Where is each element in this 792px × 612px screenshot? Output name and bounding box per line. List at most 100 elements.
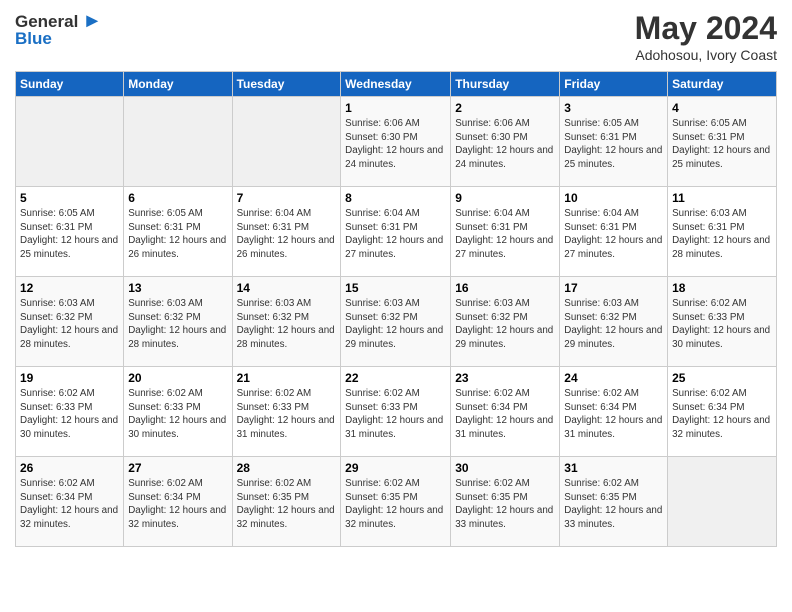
- calendar-cell-r4-c1: 27 Sunrise: 6:02 AM Sunset: 6:34 PM Dayli…: [124, 457, 232, 547]
- calendar-cell-r2-c6: 18 Sunrise: 6:02 AM Sunset: 6:33 PM Dayli…: [668, 277, 777, 367]
- calendar-cell-r2-c2: 14Sunrise: 6:03 AM Sunset: 6:32 PM Dayli…: [232, 277, 341, 367]
- day-number-r0-c4: 2: [455, 101, 555, 115]
- day-info-r4-c0: Sunrise: 6:02 AM Sunset: 6:34 PM Dayligh…: [20, 477, 119, 532]
- calendar-cell-r1-c5: 10 Sunrise: 6:04 AM Sunset: 6:31 PM Dayli…: [560, 187, 668, 277]
- day-info-r4-c2: Sunrise: 6:02 AM Sunset: 6:35 PM Dayligh…: [237, 477, 337, 532]
- header-thursday: Thursday: [451, 72, 560, 97]
- day-number-r1-c4: 9: [455, 191, 555, 205]
- day-number-r4-c2: 28: [237, 461, 337, 475]
- calendar-cell-r4-c6: [668, 457, 777, 547]
- day-number-r1-c0: 5: [20, 191, 119, 205]
- day-info-r1-c3: Sunrise: 6:04 AM Sunset: 6:31 PM Dayligh…: [345, 207, 446, 262]
- day-info-r0-c4: Sunrise: 6:06 AM Sunset: 6:30 PM Dayligh…: [455, 117, 555, 172]
- header-tuesday: Tuesday: [232, 72, 341, 97]
- calendar-row-0: 1 Sunrise: 6:06 AM Sunset: 6:30 PM Daylig…: [16, 97, 777, 187]
- day-number-r2-c1: 13: [128, 281, 227, 295]
- calendar-cell-r2-c0: 12 Sunrise: 6:03 AM Sunset: 6:32 PM Dayli…: [16, 277, 124, 367]
- calendar-cell-r0-c5: 3Sunrise: 6:05 AM Sunset: 6:31 PM Daylig…: [560, 97, 668, 187]
- calendar-cell-r4-c2: 28 Sunrise: 6:02 AM Sunset: 6:35 PM Dayli…: [232, 457, 341, 547]
- header-saturday: Saturday: [668, 72, 777, 97]
- day-number-r3-c5: 24: [564, 371, 663, 385]
- day-info-r3-c2: Sunrise: 6:02 AM Sunset: 6:33 PM Dayligh…: [237, 387, 337, 442]
- calendar-row-1: 5 Sunrise: 6:05 AM Sunset: 6:31 PM Daylig…: [16, 187, 777, 277]
- day-info-r3-c6: Sunrise: 6:02 AM Sunset: 6:34 PM Dayligh…: [672, 387, 772, 442]
- calendar-cell-r3-c5: 24Sunrise: 6:02 AM Sunset: 6:34 PM Dayli…: [560, 367, 668, 457]
- day-info-r1-c0: Sunrise: 6:05 AM Sunset: 6:31 PM Dayligh…: [20, 207, 119, 262]
- day-info-r4-c5: Sunrise: 6:02 AM Sunset: 6:35 PM Dayligh…: [564, 477, 663, 532]
- calendar-cell-r3-c0: 19Sunrise: 6:02 AM Sunset: 6:33 PM Dayli…: [16, 367, 124, 457]
- day-info-r2-c0: Sunrise: 6:03 AM Sunset: 6:32 PM Dayligh…: [20, 297, 119, 352]
- day-info-r1-c2: Sunrise: 6:04 AM Sunset: 6:31 PM Dayligh…: [237, 207, 337, 262]
- day-info-r4-c4: Sunrise: 6:02 AM Sunset: 6:35 PM Dayligh…: [455, 477, 555, 532]
- day-number-r1-c1: 6: [128, 191, 227, 205]
- calendar-cell-r3-c2: 21Sunrise: 6:02 AM Sunset: 6:33 PM Dayli…: [232, 367, 341, 457]
- month-title: May 2024: [635, 10, 777, 47]
- day-number-r2-c4: 16: [455, 281, 555, 295]
- logo-blue-text: Blue: [15, 29, 52, 49]
- day-number-r4-c1: 27: [128, 461, 227, 475]
- calendar-cell-r4-c3: 29 Sunrise: 6:02 AM Sunset: 6:35 PM Dayli…: [341, 457, 451, 547]
- day-info-r0-c6: Sunrise: 6:05 AM Sunset: 6:31 PM Dayligh…: [672, 117, 772, 172]
- day-info-r1-c6: Sunrise: 6:03 AM Sunset: 6:31 PM Dayligh…: [672, 207, 772, 262]
- day-number-r1-c3: 8: [345, 191, 446, 205]
- calendar-cell-r4-c0: 26 Sunrise: 6:02 AM Sunset: 6:34 PM Dayli…: [16, 457, 124, 547]
- calendar-cell-r2-c1: 13 Sunrise: 6:03 AM Sunset: 6:32 PM Dayli…: [124, 277, 232, 367]
- day-info-r3-c3: Sunrise: 6:02 AM Sunset: 6:33 PM Dayligh…: [345, 387, 446, 442]
- day-info-r1-c5: Sunrise: 6:04 AM Sunset: 6:31 PM Dayligh…: [564, 207, 663, 262]
- header: General ► Blue May 2024 Adohosou, Ivory …: [15, 10, 777, 63]
- day-number-r2-c2: 14: [237, 281, 337, 295]
- calendar-cell-r1-c4: 9 Sunrise: 6:04 AM Sunset: 6:31 PM Daylig…: [451, 187, 560, 277]
- day-number-r1-c5: 10: [564, 191, 663, 205]
- day-number-r3-c0: 19: [20, 371, 119, 385]
- calendar-cell-r0-c6: 4Sunrise: 6:05 AM Sunset: 6:31 PM Daylig…: [668, 97, 777, 187]
- calendar-cell-r0-c3: 1Sunrise: 6:06 AM Sunset: 6:30 PM Daylig…: [341, 97, 451, 187]
- page-container: General ► Blue May 2024 Adohosou, Ivory …: [0, 0, 792, 557]
- calendar-table: Sunday Monday Tuesday Wednesday Thursday…: [15, 71, 777, 547]
- day-number-r3-c3: 22: [345, 371, 446, 385]
- day-info-r4-c3: Sunrise: 6:02 AM Sunset: 6:35 PM Dayligh…: [345, 477, 446, 532]
- calendar-cell-r1-c1: 6Sunrise: 6:05 AM Sunset: 6:31 PM Daylig…: [124, 187, 232, 277]
- day-info-r2-c1: Sunrise: 6:03 AM Sunset: 6:32 PM Dayligh…: [128, 297, 227, 352]
- day-number-r0-c3: 1: [345, 101, 446, 115]
- calendar-row-3: 19 Sunrise: 6:02 AM Sunset: 6:33 PM Dayli…: [16, 367, 777, 457]
- day-info-r3-c4: Sunrise: 6:02 AM Sunset: 6:34 PM Dayligh…: [455, 387, 555, 442]
- day-info-r2-c3: Sunrise: 6:03 AM Sunset: 6:32 PM Dayligh…: [345, 297, 446, 352]
- title-area: May 2024 Adohosou, Ivory Coast: [635, 10, 777, 63]
- day-number-r2-c0: 12: [20, 281, 119, 295]
- location-title: Adohosou, Ivory Coast: [635, 47, 777, 63]
- calendar-cell-r4-c5: 31 Sunrise: 6:02 AM Sunset: 6:35 PM Dayli…: [560, 457, 668, 547]
- day-number-r3-c1: 20: [128, 371, 227, 385]
- day-info-r0-c5: Sunrise: 6:05 AM Sunset: 6:31 PM Dayligh…: [564, 117, 663, 172]
- day-number-r4-c3: 29: [345, 461, 446, 475]
- day-info-r4-c1: Sunrise: 6:02 AM Sunset: 6:34 PM Dayligh…: [128, 477, 227, 532]
- calendar-body: 1 Sunrise: 6:06 AM Sunset: 6:30 PM Daylig…: [16, 97, 777, 547]
- calendar-cell-r0-c0: [16, 97, 124, 187]
- calendar-cell-r0-c2: [232, 97, 341, 187]
- header-friday: Friday: [560, 72, 668, 97]
- day-info-r1-c4: Sunrise: 6:04 AM Sunset: 6:31 PM Dayligh…: [455, 207, 555, 262]
- calendar-cell-r1-c0: 5 Sunrise: 6:05 AM Sunset: 6:31 PM Daylig…: [16, 187, 124, 277]
- calendar-cell-r1-c6: 11 Sunrise: 6:03 AM Sunset: 6:31 PM Dayli…: [668, 187, 777, 277]
- header-sunday: Sunday: [16, 72, 124, 97]
- day-number-r3-c6: 25: [672, 371, 772, 385]
- calendar-cell-r3-c1: 20 Sunrise: 6:02 AM Sunset: 6:33 PM Dayli…: [124, 367, 232, 457]
- day-number-r2-c5: 17: [564, 281, 663, 295]
- day-number-r4-c4: 30: [455, 461, 555, 475]
- day-number-r3-c4: 23: [455, 371, 555, 385]
- day-info-r2-c6: Sunrise: 6:02 AM Sunset: 6:33 PM Dayligh…: [672, 297, 772, 352]
- calendar-cell-r0-c1: [124, 97, 232, 187]
- day-number-r2-c6: 18: [672, 281, 772, 295]
- day-number-r1-c2: 7: [237, 191, 337, 205]
- calendar-cell-r3-c4: 23 Sunrise: 6:02 AM Sunset: 6:34 PM Dayli…: [451, 367, 560, 457]
- calendar-cell-r3-c3: 22 Sunrise: 6:02 AM Sunset: 6:33 PM Dayli…: [341, 367, 451, 457]
- day-number-r4-c5: 31: [564, 461, 663, 475]
- day-number-r1-c6: 11: [672, 191, 772, 205]
- calendar-cell-r2-c4: 16 Sunrise: 6:03 AM Sunset: 6:32 PM Dayli…: [451, 277, 560, 367]
- calendar-row-4: 26 Sunrise: 6:02 AM Sunset: 6:34 PM Dayli…: [16, 457, 777, 547]
- calendar-cell-r1-c2: 7 Sunrise: 6:04 AM Sunset: 6:31 PM Daylig…: [232, 187, 341, 277]
- calendar-cell-r2-c5: 17Sunrise: 6:03 AM Sunset: 6:32 PM Dayli…: [560, 277, 668, 367]
- day-info-r2-c4: Sunrise: 6:03 AM Sunset: 6:32 PM Dayligh…: [455, 297, 555, 352]
- day-info-r3-c1: Sunrise: 6:02 AM Sunset: 6:33 PM Dayligh…: [128, 387, 227, 442]
- day-number-r4-c0: 26: [20, 461, 119, 475]
- calendar-cell-r2-c3: 15Sunrise: 6:03 AM Sunset: 6:32 PM Dayli…: [341, 277, 451, 367]
